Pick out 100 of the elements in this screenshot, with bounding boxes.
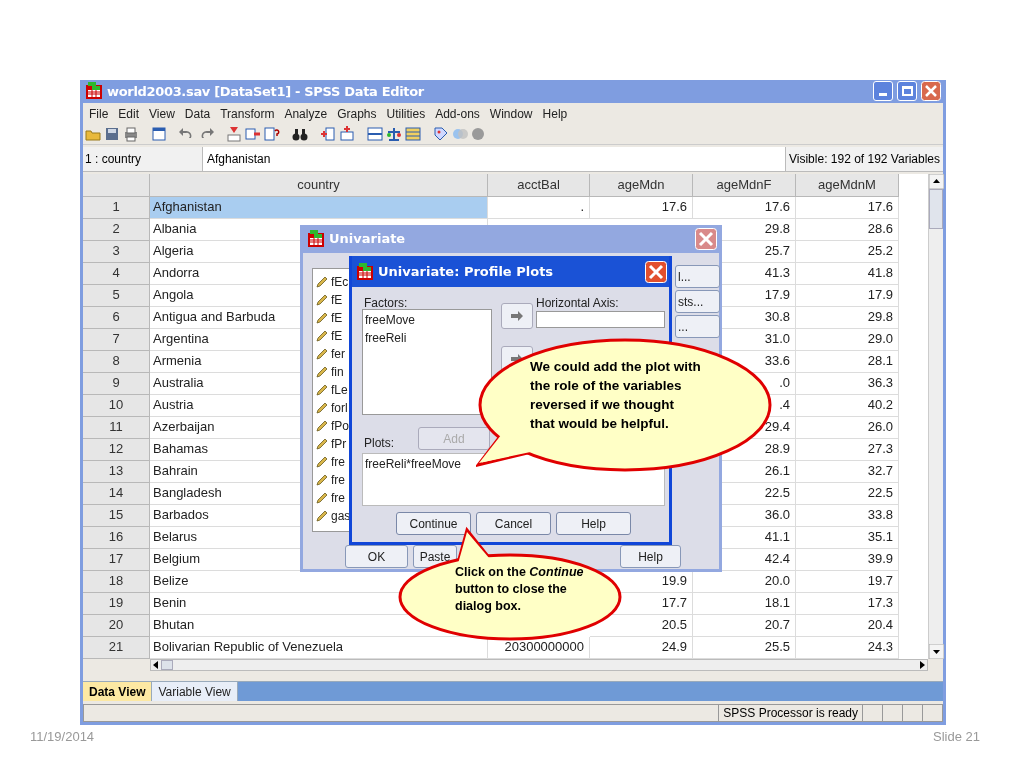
insert-case-icon[interactable] — [320, 126, 336, 143]
row-number[interactable]: 4 — [83, 262, 150, 285]
dialog-button[interactable]: Cancel — [476, 512, 551, 535]
goto-case-icon[interactable] — [226, 126, 242, 143]
binoculars-icon[interactable] — [292, 126, 308, 143]
table-cell: 20.0 — [693, 570, 796, 593]
menu-item[interactable]: Transform — [215, 104, 280, 123]
variable-name[interactable]: fE — [331, 327, 343, 345]
scroll-up-icon[interactable] — [929, 173, 944, 189]
app-icon — [85, 82, 103, 101]
select-cases-icon[interactable] — [405, 126, 421, 143]
pencil-icon — [316, 366, 328, 378]
dialog-button[interactable]: OK — [345, 545, 408, 568]
menu-item[interactable]: View — [144, 104, 180, 123]
cell-value-field[interactable]: Afghanistan — [203, 146, 785, 171]
slide-number: Slide 21 — [933, 728, 981, 746]
row-number[interactable]: 7 — [83, 328, 150, 351]
menu-item[interactable]: Edit — [113, 104, 145, 123]
row-number[interactable]: 11 — [83, 416, 150, 439]
row-number[interactable]: 12 — [83, 438, 150, 461]
row-number[interactable]: 15 — [83, 504, 150, 527]
column-header[interactable]: acctBal — [488, 173, 590, 197]
pencil-icon — [316, 456, 328, 468]
menu-item[interactable]: Add-ons — [430, 104, 485, 123]
slide-date: 11/19/2014 — [30, 728, 95, 746]
scroll-down-icon[interactable] — [929, 644, 944, 659]
variable-name[interactable]: fre — [331, 489, 345, 507]
row-number[interactable]: 3 — [83, 240, 150, 263]
menu-item[interactable]: Data — [179, 104, 216, 123]
horizontal-axis-field[interactable] — [536, 311, 665, 328]
table-help-icon[interactable] — [264, 126, 280, 143]
scale-icon[interactable] — [386, 126, 402, 143]
row-number[interactable]: 8 — [83, 350, 150, 373]
table-cell: 20.7 — [693, 614, 796, 637]
close-icon[interactable] — [921, 81, 941, 102]
row-number[interactable]: 19 — [83, 592, 150, 615]
pencil-icon — [316, 474, 328, 486]
column-header[interactable]: ageMdnF — [693, 173, 796, 197]
row-number[interactable]: 20 — [83, 614, 150, 637]
printer-icon[interactable] — [123, 126, 139, 143]
view-tab[interactable]: Data View — [83, 682, 153, 701]
row-number[interactable]: 21 — [83, 636, 150, 659]
scroll-thumb[interactable] — [929, 188, 943, 229]
dialog-button[interactable]: Continue — [396, 512, 471, 535]
insert-variable-icon[interactable] — [339, 126, 355, 143]
row-number[interactable]: 10 — [83, 394, 150, 417]
variable-name[interactable]: fPo — [331, 417, 349, 435]
row-number[interactable]: 17 — [83, 548, 150, 571]
row-number[interactable]: 6 — [83, 306, 150, 329]
factors-list[interactable]: freeMove freeReli — [362, 309, 492, 415]
menu-item[interactable]: Analyze — [279, 104, 333, 123]
split-file-icon[interactable] — [367, 126, 383, 143]
cell-reference: 1 : country — [83, 146, 203, 171]
row-number[interactable]: 13 — [83, 460, 150, 483]
menu-item[interactable]: Window — [484, 104, 538, 123]
dialog-button[interactable]: Help — [556, 512, 631, 535]
minimize-button[interactable] — [873, 81, 893, 102]
dialog-button[interactable]: ... — [675, 315, 720, 338]
value-labels-icon[interactable] — [433, 126, 449, 143]
row-number[interactable]: 1 — [83, 196, 150, 219]
column-header[interactable]: country — [150, 173, 488, 197]
row-number[interactable]: 2 — [83, 218, 150, 241]
view-tab[interactable]: Variable View — [152, 682, 238, 701]
pencil-icon — [316, 510, 328, 522]
table-cell: 26.0 — [796, 416, 899, 439]
horizontal-scrollbar[interactable] — [150, 659, 928, 671]
table-cell: 17.6 — [796, 196, 899, 219]
maximize-button[interactable] — [897, 81, 917, 102]
arrow-icon — [510, 310, 524, 322]
variable-name[interactable]: fE — [331, 309, 343, 327]
close-icon[interactable] — [645, 260, 667, 283]
pencil-icon — [316, 420, 328, 432]
visible-variables-label: Visible: 192 of 192 Variables — [785, 146, 943, 171]
table-cell: Bolivarian Republic of Venezuela — [150, 636, 488, 659]
row-number[interactable]: 14 — [83, 482, 150, 505]
menu-item[interactable]: Utilities — [381, 104, 431, 123]
row-number[interactable]: 5 — [83, 284, 150, 307]
menu-item[interactable]: Help — [537, 104, 573, 123]
column-header[interactable]: ageMdnM — [796, 173, 899, 197]
table-cell: 24.9 — [590, 636, 693, 659]
move-button[interactable] — [501, 303, 533, 329]
variable-name[interactable]: forl — [331, 399, 348, 417]
variable-name[interactable]: gas — [331, 507, 351, 525]
row-number[interactable]: 16 — [83, 526, 150, 549]
pencil-icon — [316, 402, 328, 414]
vertical-scrollbar[interactable] — [928, 173, 943, 659]
table-arrow-icon[interactable] — [245, 126, 261, 143]
column-header[interactable]: ageMdn — [590, 173, 693, 197]
row-number[interactable]: 9 — [83, 372, 150, 395]
menu-item[interactable]: Graphs — [332, 104, 382, 123]
dialog-button[interactable]: l... — [675, 265, 720, 288]
dialog-button[interactable]: Help — [620, 545, 681, 568]
pencil-icon — [316, 384, 328, 396]
scroll-thumb[interactable] — [161, 660, 173, 670]
table-cell: 32.7 — [796, 460, 899, 483]
dialog-button[interactable]: sts... — [675, 290, 720, 313]
variable-name[interactable]: fE — [331, 291, 343, 309]
row-number[interactable]: 18 — [83, 570, 150, 593]
window-icon[interactable] — [151, 126, 167, 143]
menu-item[interactable]: File — [84, 104, 114, 123]
